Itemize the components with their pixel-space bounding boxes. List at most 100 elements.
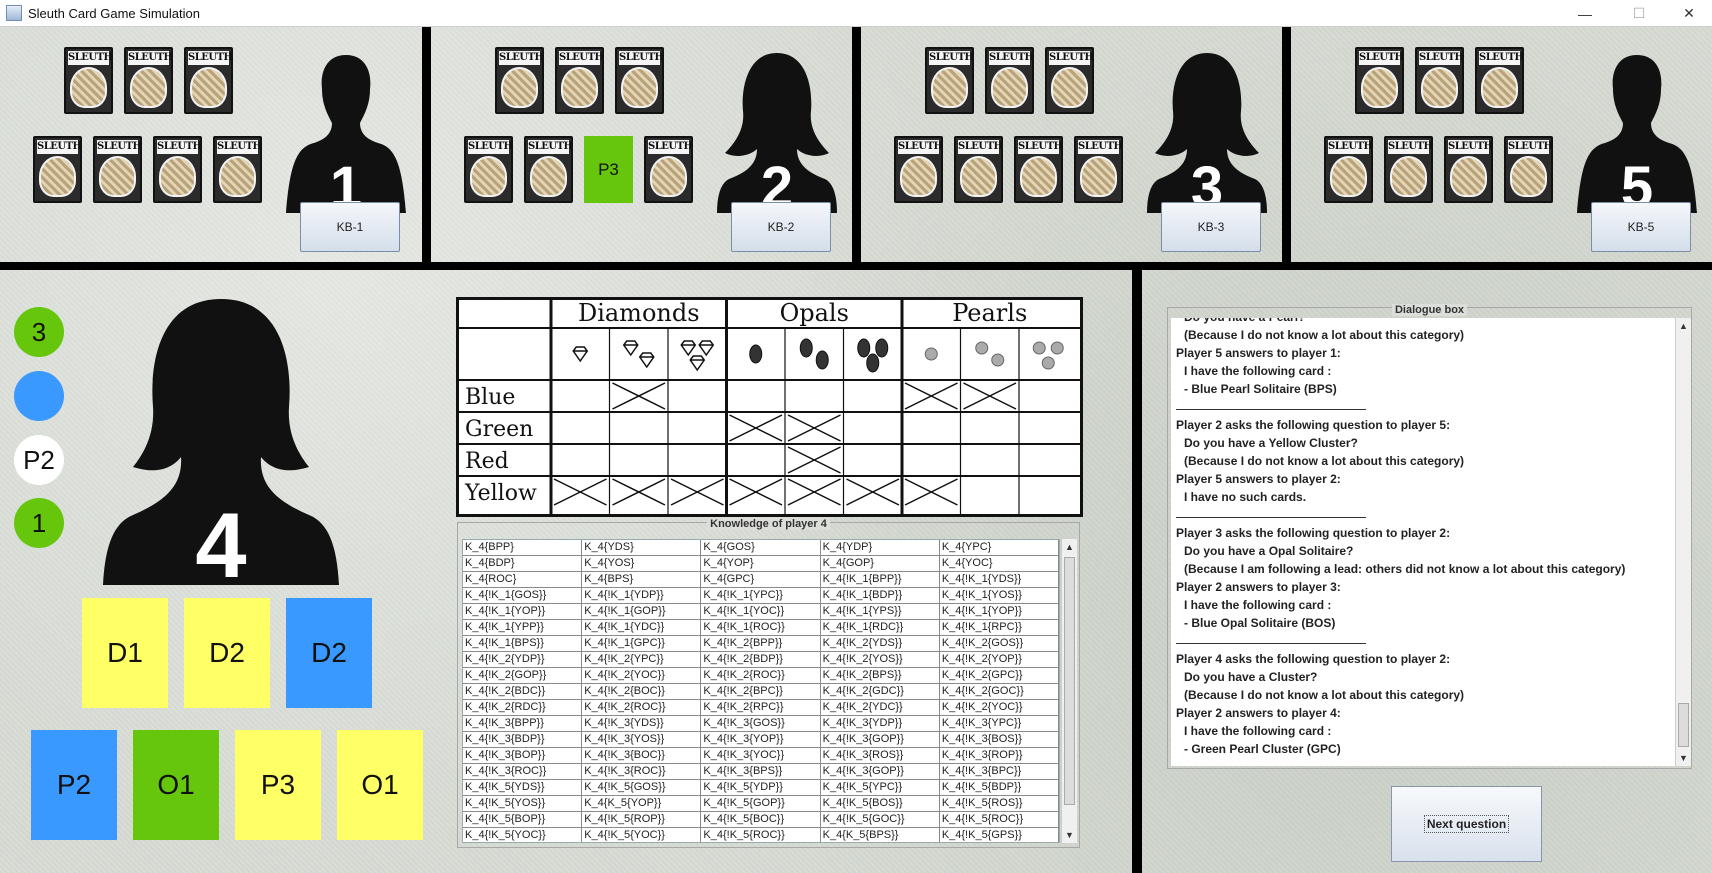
- card-back: SLEUTH: [1014, 136, 1063, 203]
- table-cell: K_4{!K_3{YOS}}: [582, 732, 702, 747]
- kb-button-2[interactable]: KB-2: [731, 202, 831, 252]
- table-row: K_4{!K_3{BOP}} K_4{!K_3{BOC}} K_4{!K_3{YOC…: [463, 748, 1059, 764]
- table-cell: K_4{!K_3{GOP}}: [821, 764, 940, 779]
- scroll-down-arrow-icon[interactable]: ▼: [1676, 750, 1691, 766]
- table-cell: K_4{!K_2{GOP}}: [463, 668, 583, 683]
- table-row: K_4{BDP} K_4{YOS} K_4{YOP} K_4{GOP} K_4{YOC}: [463, 556, 1059, 572]
- table-cell: K_4{!K_1{YPP}}: [463, 620, 583, 635]
- row-label: Red: [465, 449, 509, 474]
- card-art-icon: [159, 156, 196, 197]
- table-cell: K_4{YOP}: [701, 556, 821, 571]
- status-indicator: 3: [14, 307, 64, 357]
- card-art-icon: [130, 67, 167, 108]
- table-cell: K_4{!K_2{YOP}}: [940, 652, 1059, 667]
- divider-3: [1282, 27, 1291, 262]
- table-row: K_4{!K_1{YPP}} K_4{!K_1{YDC}} K_4{!K_1{ROC…: [463, 620, 1059, 636]
- table-cell: K_4{!K_2{BDP}}: [701, 652, 821, 667]
- status-indicator: 1: [14, 498, 64, 548]
- card-back: SLEUTH: [153, 136, 202, 203]
- separator: [1176, 398, 1675, 416]
- table-cell: K_4{!K_3{YDS}}: [582, 716, 702, 731]
- table-row: K_4{!K_5{YOS}} K_4{K_5{YOP}} K_4{!K_5{GOP}…: [463, 796, 1059, 812]
- dialogue-line: Player 2 answers to player 3:: [1176, 580, 1341, 594]
- table-cell: K_4{!K_3{ROC}}: [582, 764, 702, 779]
- dialogue-line: Do you have a Pearl?: [1176, 318, 1675, 326]
- table-cell: K_4{BDP}: [463, 556, 583, 571]
- kb-button-1[interactable]: KB-1: [300, 202, 400, 252]
- table-row: K_4{!K_2{RDC}} K_4{!K_2{ROC}} K_4{!K_2{RPC…: [463, 700, 1059, 716]
- knowledge-title: Knowledge of player 4: [707, 518, 830, 530]
- table-cell: K_4{YPC}: [940, 540, 1059, 555]
- dialogue-line: Player 4 asks the following question to …: [1176, 652, 1451, 666]
- next-question-button[interactable]: Next question: [1391, 786, 1542, 862]
- card-art-icon: [1020, 156, 1057, 197]
- card-back: SLEUTH: [1355, 47, 1404, 114]
- card-back: SLEUTH: [124, 47, 173, 114]
- next-question-label: Next question: [1423, 815, 1510, 833]
- sleuth-logo: SLEUTH: [1078, 140, 1123, 154]
- scroll-thumb[interactable]: [1678, 703, 1689, 747]
- table-cell: K_4{!K_3{BOS}}: [940, 732, 1059, 747]
- table-cell: K_4{!K_2{YPC}}: [582, 652, 702, 667]
- dialogue-line: I have the following card :: [1184, 598, 1332, 612]
- scroll-down-arrow-icon[interactable]: ▼: [1062, 827, 1077, 843]
- hand-card[interactable]: O1: [133, 730, 219, 840]
- hand-card[interactable]: P2: [31, 730, 117, 840]
- table-cell: K_4{!K_1{YOS}}: [940, 588, 1059, 603]
- card-back: SLEUTH: [1045, 47, 1094, 114]
- table-cell: K_4{K_5{BPS}}: [821, 828, 940, 842]
- card-art-icon: [650, 156, 687, 197]
- table-cell: K_4{GOS}: [701, 540, 821, 555]
- scroll-up-arrow-icon[interactable]: ▲: [1062, 539, 1077, 555]
- separator: [1176, 506, 1675, 524]
- card-back: SLEUTH: [1384, 136, 1433, 203]
- hand-card[interactable]: D1: [82, 598, 168, 708]
- table-cell: K_4{!K_1{GOS}}: [463, 588, 583, 603]
- kb-button-5[interactable]: KB-5: [1591, 202, 1691, 252]
- card-back: SLEUTH: [1324, 136, 1373, 203]
- table-row: K_4{!K_5{YOC}} K_4{!K_5{YOC}} K_4{!K_5{ROC…: [463, 828, 1059, 842]
- knowledge-scrollbar[interactable]: ▲ ▼: [1061, 539, 1077, 843]
- table-row: K_4{!K_3{BDP}} K_4{!K_3{YOS}} K_4{!K_3{YOP…: [463, 732, 1059, 748]
- dialogue-line: (Because I do not know a lot about this …: [1184, 454, 1465, 468]
- card-art-icon: [530, 156, 567, 197]
- sleuth-logo: SLEUTH: [68, 51, 113, 65]
- sleuth-logo: SLEUTH: [97, 140, 142, 154]
- table-cell: K_4{!K_5{BDP}}: [940, 780, 1059, 795]
- card-art-icon: [1510, 156, 1547, 197]
- card-back: SLEUTH: [184, 47, 233, 114]
- dialogue-line: (Because I am following a lead: others d…: [1184, 562, 1626, 576]
- hand-card[interactable]: D2: [286, 598, 372, 708]
- horizontal-divider: [0, 262, 1712, 270]
- table-row: K_4{!K_2{GOP}} K_4{!K_2{YOC}} K_4{!K_2{ROC…: [463, 668, 1059, 684]
- scroll-up-arrow-icon[interactable]: ▲: [1676, 318, 1691, 334]
- category-header: Opals: [780, 300, 849, 327]
- table-cell: K_4{!K_2{GOC}}: [940, 684, 1059, 699]
- kb-button-3[interactable]: KB-3: [1161, 202, 1261, 252]
- minimize-button[interactable]: —: [1562, 0, 1608, 27]
- table-cell: K_4{!K_3{BPC}}: [940, 764, 1059, 779]
- card-art-icon: [960, 156, 997, 197]
- sleuth-logo: SLEUTH: [468, 140, 513, 154]
- table-cell: K_4{!K_1{YDS}}: [940, 572, 1059, 587]
- card-art-icon: [39, 156, 76, 197]
- category-header: Pearls: [952, 300, 1027, 327]
- hand-card[interactable]: O1: [337, 730, 423, 840]
- card-back: SLEUTH: [93, 136, 142, 203]
- sleuth-logo: SLEUTH: [929, 51, 974, 65]
- knowledge-table: K_4{BPP} K_4{YDS} K_4{GOS} K_4{YDP} K_4{YPC}…: [462, 539, 1060, 843]
- status-indicator: [14, 371, 64, 421]
- opponent-panel-2: SLEUTH SLEUTH SLEUTH SLEUTH SLEUTH P3 SLEUTH 2 K…: [431, 27, 853, 262]
- close-button[interactable]: ✕: [1666, 0, 1712, 27]
- hand-card[interactable]: D2: [184, 598, 270, 708]
- table-cell: K_4{GOP}: [821, 556, 940, 571]
- table-cell: K_4{!K_1{ROC}}: [701, 620, 821, 635]
- maximize-button[interactable]: ☐: [1616, 0, 1662, 27]
- dialogue-line: I have no such cards.: [1184, 490, 1307, 504]
- card-art-icon: [470, 156, 507, 197]
- dialogue-line: Player 3 asks the following question to …: [1176, 526, 1451, 540]
- dialogue-scrollbar[interactable]: ▲ ▼: [1675, 318, 1691, 766]
- scroll-thumb[interactable]: [1064, 557, 1075, 805]
- table-row: K_4{ROC} K_4{BPS} K_4{GPC} K_4{!K_1{BPP}} K_…: [463, 572, 1059, 588]
- hand-card[interactable]: P3: [235, 730, 321, 840]
